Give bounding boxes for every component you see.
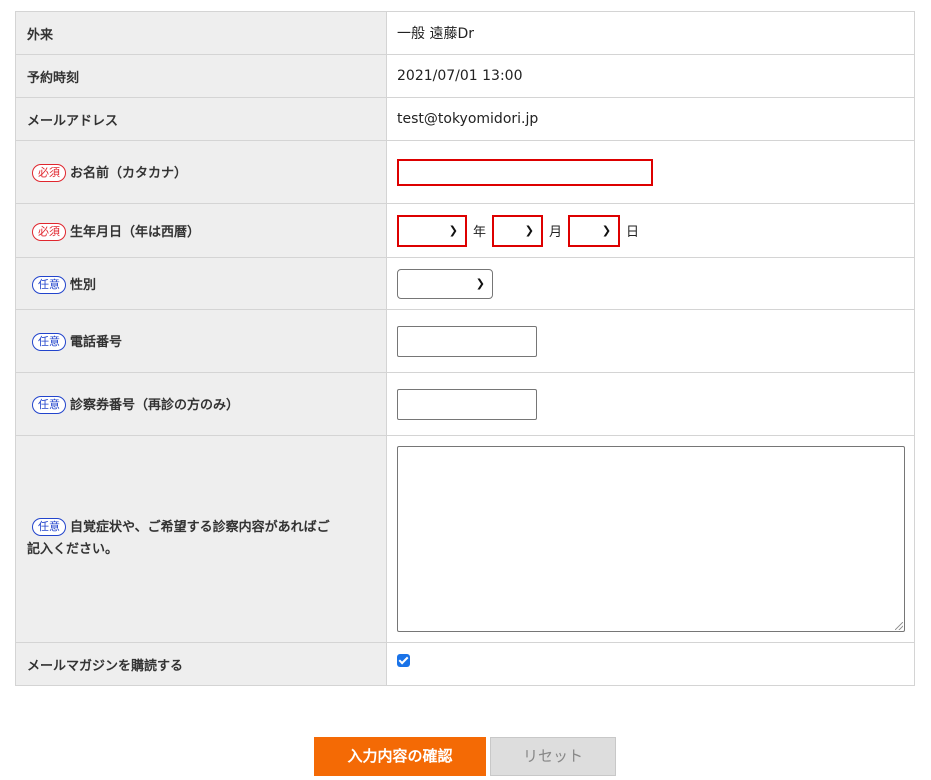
row-gender: 任意 性別 ❯ [15, 257, 915, 310]
newsletter-label: メールマガジンを購読する [27, 658, 184, 674]
year-unit: 年 [473, 225, 487, 240]
reset-button[interactable]: リセット [490, 737, 616, 776]
email-value: test@tokyomidori.jp [397, 111, 539, 127]
symptoms-label-line1: 自覚症状や、ご希望する診察内容があればご [70, 520, 330, 535]
outpatient-value: 一般 遠藤Dr [397, 26, 474, 42]
row-email: メールアドレス test@tokyomidori.jp [15, 97, 915, 141]
optional-badge: 任意 [32, 518, 66, 536]
chevron-down-icon: ❯ [448, 223, 458, 237]
patient-card-label: 診察券番号（再診の方のみ） [70, 398, 240, 413]
reservation-form-table: 外来 一般 遠藤Dr 予約時刻 2021/07/01 13:00 メールアドレス… [15, 11, 915, 686]
month-unit: 月 [549, 225, 563, 240]
chevron-down-icon: ❯ [524, 223, 535, 237]
name-kana-label: お名前（カタカナ） [70, 166, 188, 181]
birthdate-label: 生年月日（年は西暦） [70, 224, 201, 240]
day-unit: 日 [626, 225, 640, 240]
gender-select[interactable]: ❯ [397, 268, 493, 299]
optional-badge: 任意 [32, 333, 66, 351]
chevron-down-icon: ❯ [475, 276, 485, 290]
email-label: メールアドレス [27, 113, 119, 129]
appointment-time-label: 予約時刻 [27, 70, 80, 86]
optional-badge: 任意 [32, 275, 66, 294]
required-badge: 必須 [32, 222, 66, 241]
newsletter-checkbox[interactable] [397, 653, 410, 667]
birth-year-select[interactable]: ❯ [397, 214, 467, 247]
phone-input[interactable] [397, 325, 537, 357]
birth-month-select[interactable]: ❯ [492, 214, 544, 247]
outpatient-label: 外来 [27, 27, 54, 43]
row-appointment-time: 予約時刻 2021/07/01 13:00 [15, 54, 915, 98]
symptoms-textarea[interactable] [397, 446, 905, 632]
symptoms-label-line2: 記入ください。 [27, 542, 119, 557]
confirm-button[interactable]: 入力内容の確認 [314, 737, 486, 776]
resize-handle-icon[interactable] [895, 622, 903, 630]
required-badge: 必須 [32, 164, 66, 182]
row-name-kana: 必須 お名前（カタカナ） [15, 140, 915, 204]
birth-day-select[interactable]: ❯ [568, 214, 621, 247]
name-kana-input[interactable] [397, 158, 653, 186]
phone-label: 電話番号 [70, 335, 123, 350]
row-newsletter: メールマガジンを購読する [15, 642, 915, 686]
row-phone: 任意 電話番号 [15, 309, 915, 373]
patient-card-input[interactable] [397, 388, 537, 420]
chevron-down-icon: ❯ [601, 223, 612, 237]
row-outpatient: 外来 一般 遠藤Dr [15, 11, 915, 55]
row-patient-card: 任意 診察券番号（再診の方のみ） [15, 372, 915, 436]
optional-badge: 任意 [32, 396, 66, 414]
row-birthdate: 必須 生年月日（年は西暦） ❯ 年 ❯ 月 ❯ 日 [15, 203, 915, 258]
appointment-time-value: 2021/07/01 13:00 [397, 68, 523, 84]
gender-label: 性別 [70, 277, 97, 293]
row-symptoms: 任意 自覚症状や、ご希望する診察内容があればご 記入ください。 [15, 435, 915, 643]
